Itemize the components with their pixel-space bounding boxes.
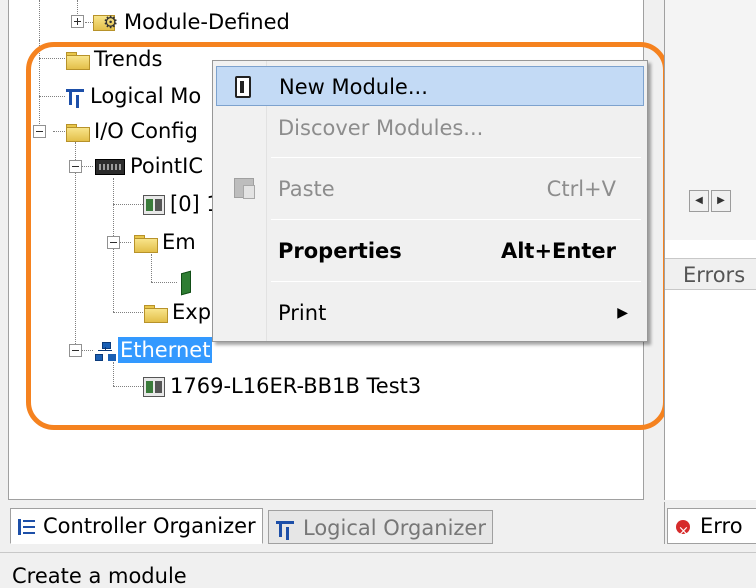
tab-label: Controller Organizer [43, 514, 256, 538]
ethernet-network-icon [95, 342, 115, 361]
tree-connector [113, 386, 143, 387]
tree-connector [81, 350, 93, 351]
menu-item-label: New Module... [279, 75, 428, 99]
tree-node-pointio[interactable]: PointIC [95, 153, 205, 179]
expand-module-defined[interactable] [71, 15, 84, 28]
submenu-arrow-icon: ▶ [617, 305, 628, 321]
tree-node-embedded[interactable]: Em [133, 229, 198, 255]
context-menu: New Module... Discover Modules... Paste … [212, 60, 648, 342]
menu-item-label: Print [278, 301, 327, 325]
tree-node-controller[interactable]: 1769-L16ER-BB1B Test3 [143, 373, 423, 399]
menu-separator [271, 219, 641, 220]
menu-item-label: Discover Modules... [278, 116, 484, 140]
tree-node-label: PointIC [130, 154, 203, 178]
controller-module-icon [143, 377, 165, 397]
scroll-left-button[interactable]: ◀ [689, 190, 709, 212]
pointio-chassis-icon [95, 159, 125, 175]
menu-item-new-module[interactable]: New Module... [216, 66, 644, 106]
tree-node-label: Trends [94, 47, 163, 71]
logical-organizer-icon [275, 520, 297, 538]
right-top-pane: ◀ ▶ [664, 0, 756, 240]
tab-controller-organizer[interactable]: Controller Organizer [10, 508, 263, 544]
tree-node-label: Em [162, 230, 196, 254]
menu-item-shortcut: Alt+Enter [500, 239, 616, 263]
collapse-ethernet[interactable] [69, 344, 82, 357]
errors-tab-strip: Erro [664, 502, 756, 549]
paste-icon [234, 178, 255, 199]
tree-connector [75, 142, 76, 350]
tree-node-embedded-card[interactable] [181, 269, 194, 296]
tab-label: Logical Organizer [303, 516, 486, 540]
menu-item-print[interactable]: Print ▶ [216, 293, 644, 333]
errors-pane: Errors [664, 240, 756, 500]
tree-node-label: 1769-L16ER-BB1B Test3 [170, 374, 422, 398]
tree-node-label: Logical Mo [90, 84, 202, 108]
tree-connector [119, 242, 131, 243]
tree-node-label: Ethernet [118, 337, 213, 363]
collapse-pointio[interactable] [69, 160, 82, 173]
collapse-embedded[interactable] [107, 236, 120, 249]
folder-icon [143, 304, 168, 323]
controller-organizer-icon [17, 518, 37, 536]
error-icon [676, 515, 690, 549]
tree-node-expansion[interactable]: Exp [143, 299, 213, 325]
logical-organizer-icon [65, 88, 85, 106]
menu-item-label: Properties [278, 239, 402, 263]
tree-node-label: Module-Defined [124, 10, 290, 34]
tree-node-label: Exp [172, 300, 212, 324]
tree-connector [113, 362, 114, 386]
tree-connector [39, 0, 40, 40]
tree-node-ethernet[interactable]: Ethernet [95, 337, 213, 363]
tab-errors[interactable]: Erro [667, 508, 756, 549]
collapse-io-config[interactable] [33, 125, 46, 138]
tree-node-io-config[interactable]: I/O Config [65, 118, 200, 144]
scroll-right-button[interactable]: ▶ [711, 190, 731, 212]
menu-item-properties[interactable]: Properties Alt+Enter [216, 231, 644, 271]
status-text: Create a module [12, 564, 187, 588]
menu-separator [271, 281, 641, 282]
tree-connector [81, 166, 93, 167]
status-bar: Create a module [0, 552, 756, 588]
folder-open-icon [133, 234, 158, 253]
module-defined-folder-icon [93, 13, 119, 33]
menu-item-discover-modules[interactable]: Discover Modules... [216, 108, 644, 148]
tree-node-label: I/O Config [94, 119, 198, 143]
tree-node-slot0[interactable]: [0] 1 [143, 191, 222, 217]
menu-separator [271, 157, 641, 158]
tree-connector [53, 131, 65, 132]
tree-node-logical-model[interactable]: Logical Mo [65, 83, 203, 109]
tree-connector [39, 40, 40, 132]
menu-item-shortcut: Ctrl+V [546, 177, 616, 201]
tree-node-module-defined[interactable]: Module-Defined [93, 9, 292, 35]
tab-logical-organizer[interactable]: Logical Organizer [268, 510, 493, 544]
tree-connector [151, 254, 152, 282]
tree-connector [113, 312, 143, 313]
tab-label: Erro [700, 514, 743, 538]
folder-open-icon [65, 123, 90, 142]
menu-item-label: Paste [278, 177, 335, 201]
module-icon [143, 195, 165, 215]
menu-item-paste[interactable]: Paste Ctrl+V [216, 169, 644, 209]
new-module-icon [235, 76, 251, 98]
tree-connector [151, 282, 177, 283]
organizer-tab-strip: Controller Organizer Logical Organizer [8, 502, 658, 544]
tree-connector [39, 58, 65, 59]
folder-icon [65, 51, 90, 70]
errors-header: Errors [665, 258, 756, 290]
tree-connector [113, 204, 143, 205]
io-card-icon [181, 270, 191, 296]
tree-node-trends[interactable]: Trends [65, 46, 164, 72]
tree-connector [39, 96, 65, 97]
